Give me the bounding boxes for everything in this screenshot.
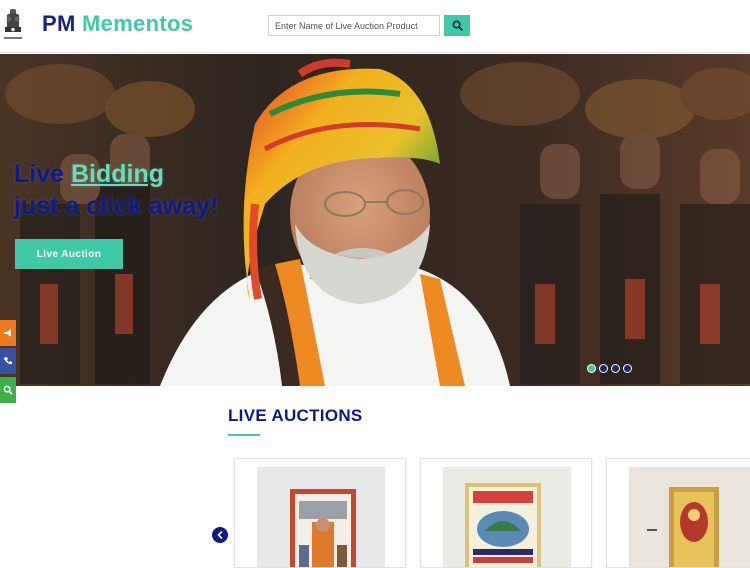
live-auction-button[interactable]: Live Auction xyxy=(15,239,123,269)
carousel-indicators xyxy=(587,364,632,373)
auction-item-image xyxy=(629,467,750,567)
side-search-button[interactable] xyxy=(0,377,16,403)
live-auctions-heading: LIVE AUCTIONS xyxy=(228,406,363,425)
auction-card[interactable] xyxy=(606,458,750,568)
hero-headline-bidding: Bidding xyxy=(70,160,165,188)
brand-pm: PM xyxy=(42,11,76,36)
brand-mementos: Mementos xyxy=(82,11,194,36)
search-input[interactable] xyxy=(268,15,440,36)
carousel-dot-2[interactable] xyxy=(599,364,608,373)
hero-headline-line2: just a click away! xyxy=(14,192,219,220)
hero-headline: Live Bidding just a click away! xyxy=(14,158,218,222)
site-header: PM Mementos xyxy=(0,0,750,53)
hero-banner: Live Bidding just a click away! Live Auc… xyxy=(0,54,750,386)
search-button[interactable] xyxy=(444,15,470,36)
hero-headline-line1: Live Bidding xyxy=(14,158,218,190)
announcement-button[interactable] xyxy=(0,320,16,346)
search-bar xyxy=(268,15,470,36)
hero-headline-prefix: Live xyxy=(14,160,71,188)
megaphone-icon xyxy=(4,329,11,337)
auction-item-image xyxy=(257,467,385,567)
carousel-dot-3[interactable] xyxy=(611,364,620,373)
national-emblem-logo[interactable] xyxy=(2,7,24,43)
search-icon xyxy=(452,20,463,31)
contact-button[interactable] xyxy=(0,348,16,374)
chevron-left-icon xyxy=(217,531,223,539)
auctions-prev-button[interactable] xyxy=(212,527,228,543)
auction-item-image xyxy=(443,467,571,567)
carousel-dot-1[interactable] xyxy=(587,364,596,373)
phone-icon xyxy=(4,357,12,365)
auction-card[interactable] xyxy=(234,458,406,568)
carousel-dot-4[interactable] xyxy=(623,364,632,373)
heading-underline xyxy=(228,434,260,436)
site-brand[interactable]: PM Mementos xyxy=(42,11,193,37)
auction-card[interactable] xyxy=(420,458,592,568)
search-icon xyxy=(3,385,13,395)
